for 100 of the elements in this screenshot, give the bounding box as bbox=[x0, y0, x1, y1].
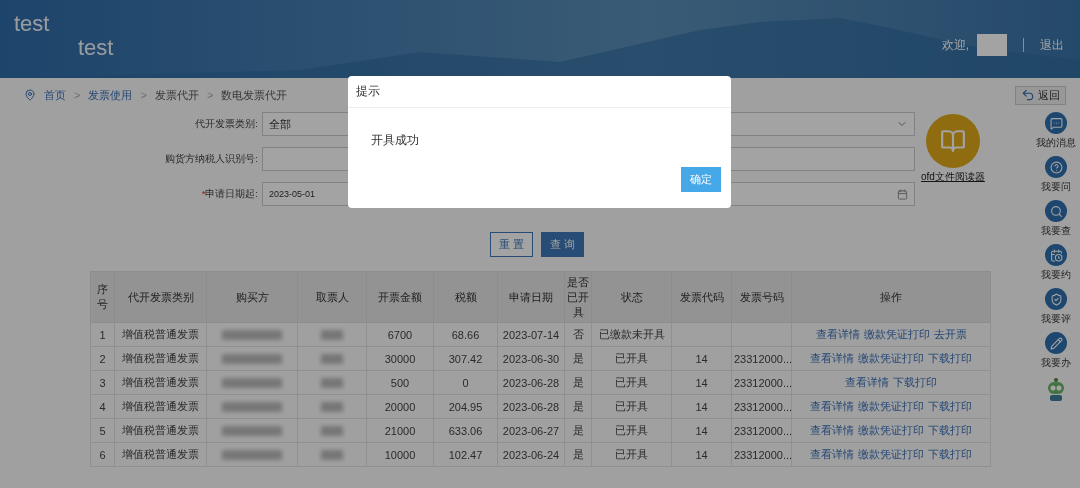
action-link[interactable]: 缴款凭证打印 bbox=[858, 352, 924, 364]
table-cell: 14 bbox=[671, 394, 732, 419]
table-cell: 307.42 bbox=[433, 346, 498, 371]
sidebar-label: 我要评 bbox=[1041, 312, 1071, 326]
dialog-message: 开具成功 bbox=[370, 132, 420, 149]
action-link[interactable]: 查看详情 bbox=[845, 376, 889, 388]
table-cell: 204.95 bbox=[433, 394, 498, 419]
shield-icon[interactable] bbox=[1045, 288, 1067, 310]
table-cell: 5 bbox=[90, 418, 115, 443]
ofd-reader-link[interactable]: ofd文件阅读器 bbox=[921, 170, 985, 184]
action-link[interactable]: 下载打印 bbox=[928, 424, 972, 436]
action-link[interactable]: 缴款凭证打印 bbox=[858, 400, 924, 412]
table-cell: 23312000... bbox=[731, 370, 792, 395]
sidebar-label: 我要约 bbox=[1041, 268, 1071, 282]
breadcrumb-item[interactable]: 数电发票代开 bbox=[221, 87, 288, 103]
action-link[interactable]: 查看详情 bbox=[810, 424, 854, 436]
column-header: 是否已开具 bbox=[564, 271, 592, 323]
column-header: 申请日期 bbox=[497, 271, 565, 323]
column-header: 序号 bbox=[90, 271, 115, 323]
table-cell: 23312000... bbox=[731, 346, 792, 371]
action-link[interactable]: 查看详情 bbox=[810, 400, 854, 412]
blurred-text bbox=[321, 449, 343, 460]
breadcrumb-item[interactable]: 发票代开 bbox=[154, 87, 199, 103]
table-cell: 已开具 bbox=[591, 346, 672, 371]
column-header: 操作 bbox=[791, 271, 991, 323]
table-cell: 23312000... bbox=[731, 418, 792, 443]
table-cell: 2023-06-24 bbox=[497, 442, 565, 467]
table-cell: 是 bbox=[564, 418, 592, 443]
calendar-icon bbox=[897, 188, 908, 200]
back-button[interactable]: 返回 bbox=[1015, 85, 1066, 105]
action-link[interactable]: 查看详情 bbox=[810, 448, 854, 460]
calendar-icon[interactable] bbox=[1045, 244, 1067, 266]
action-link[interactable]: 查看详情 bbox=[815, 328, 860, 340]
breadcrumb-separator: > bbox=[140, 89, 147, 101]
action-link[interactable]: 去开票 bbox=[933, 328, 967, 340]
table-cell: 20000 bbox=[366, 394, 434, 419]
book-icon[interactable] bbox=[925, 114, 980, 168]
breadcrumb-link[interactable]: 首页 bbox=[44, 87, 66, 103]
table-cell: 1 bbox=[90, 322, 115, 347]
table-cell: 30000 bbox=[366, 346, 434, 371]
table-cell: 2023-06-27 bbox=[497, 418, 565, 443]
pencil-icon[interactable] bbox=[1045, 332, 1067, 354]
robot-icon[interactable] bbox=[1045, 376, 1067, 402]
action-link[interactable]: 下载打印 bbox=[928, 448, 972, 460]
reset-button[interactable]: 重 置 bbox=[489, 232, 533, 257]
field-label: 购货方纳税人识别号: bbox=[164, 152, 259, 166]
query-button[interactable]: 查 询 bbox=[541, 232, 585, 257]
help-icon[interactable] bbox=[1045, 156, 1067, 178]
table-cell: 102.47 bbox=[433, 442, 498, 467]
blurred-text bbox=[222, 377, 282, 388]
chat-icon[interactable] bbox=[1045, 112, 1067, 134]
table-cell: 633.06 bbox=[433, 418, 498, 443]
welcome-text: 欢迎, bbox=[941, 36, 969, 54]
site-title: test bbox=[78, 36, 114, 60]
blurred-text bbox=[222, 449, 282, 460]
blurred-text bbox=[321, 377, 343, 388]
username-box bbox=[977, 34, 1007, 56]
table-cell: 0 bbox=[433, 370, 498, 395]
breadcrumb-link[interactable]: 发票使用 bbox=[88, 87, 133, 103]
table-cell: 14 bbox=[671, 442, 732, 467]
table-cell: 3 bbox=[90, 370, 115, 395]
search-icon[interactable] bbox=[1045, 200, 1067, 222]
table-cell: 已开具 bbox=[591, 442, 672, 467]
logout-link[interactable]: 退出 bbox=[1040, 36, 1064, 54]
table-cell: 是 bbox=[564, 346, 592, 371]
table-cell: 2023-06-30 bbox=[497, 346, 565, 371]
table-cell: 14 bbox=[671, 346, 732, 371]
location-pin-icon bbox=[24, 89, 36, 101]
table-cell: 68.66 bbox=[433, 322, 498, 347]
sidebar-label: 我要问 bbox=[1041, 180, 1071, 194]
table-cell: 6700 bbox=[366, 322, 434, 347]
action-link[interactable]: 缴款凭证打印 bbox=[858, 448, 924, 460]
blurred-text bbox=[222, 401, 282, 412]
blurred-text bbox=[321, 425, 343, 436]
table-cell: 2023-07-14 bbox=[497, 322, 565, 347]
table-cell: 是 bbox=[564, 370, 592, 395]
action-link[interactable]: 下载打印 bbox=[928, 400, 972, 412]
table-cell: 已开具 bbox=[591, 418, 672, 443]
sidebar-label: 我要查 bbox=[1041, 224, 1071, 238]
table-cell: 23312000... bbox=[731, 442, 792, 467]
action-link[interactable]: 缴款凭证打印 bbox=[863, 328, 930, 340]
table-cell: 已缴款未开具 bbox=[591, 322, 672, 347]
action-link[interactable]: 查看详情 bbox=[810, 352, 854, 364]
table-cell: 21000 bbox=[366, 418, 434, 443]
column-header: 代开发票类别 bbox=[114, 271, 207, 323]
column-header: 税额 bbox=[433, 271, 498, 323]
blurred-text bbox=[321, 401, 343, 412]
table-cell: 增值税普通发票 bbox=[114, 346, 207, 371]
confirm-button[interactable]: 确定 bbox=[681, 167, 721, 192]
blurred-text bbox=[222, 353, 282, 364]
breadcrumb-separator: > bbox=[206, 89, 214, 101]
column-header: 开票金额 bbox=[366, 271, 434, 323]
action-link[interactable]: 下载打印 bbox=[928, 352, 972, 364]
table-cell: 增值税普通发票 bbox=[114, 394, 207, 419]
action-link[interactable]: 缴款凭证打印 bbox=[858, 424, 924, 436]
blurred-text bbox=[222, 329, 282, 340]
table-cell: 否 bbox=[564, 322, 592, 347]
action-link[interactable]: 下载打印 bbox=[893, 376, 937, 388]
column-header: 购买方 bbox=[206, 271, 298, 323]
table-cell: 6 bbox=[90, 442, 115, 467]
